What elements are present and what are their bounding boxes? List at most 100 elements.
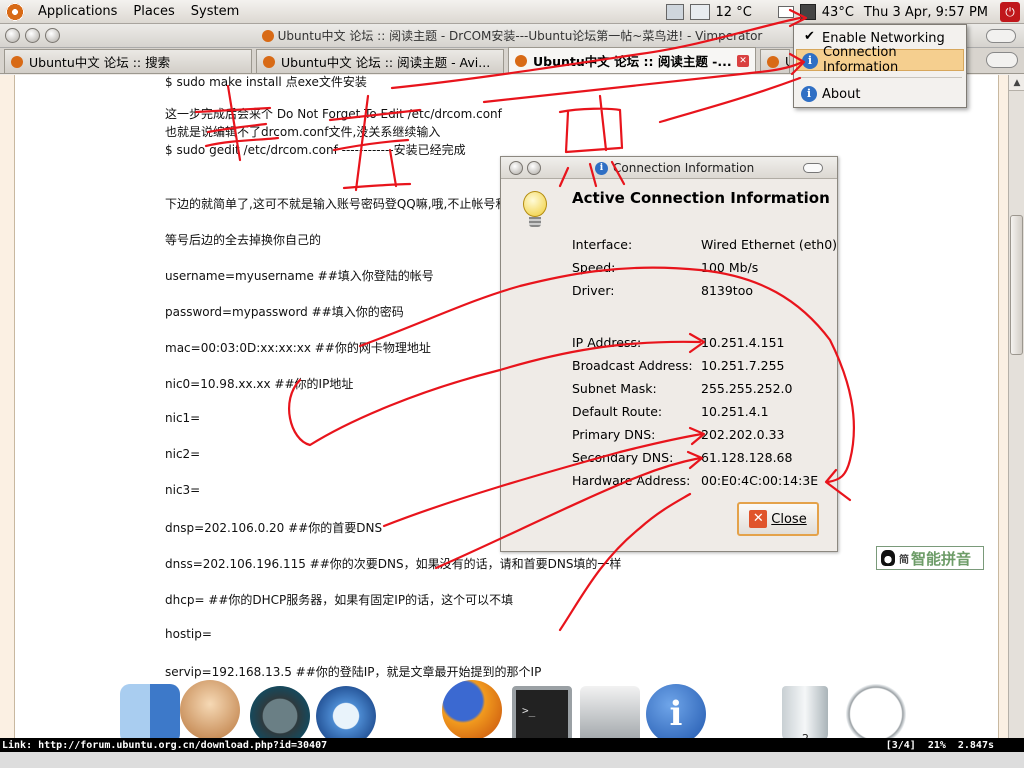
info-row-value: 10.251.4.151 [701,335,785,350]
monitor-applet-icon[interactable] [665,4,684,20]
scroll-thumb[interactable] [1010,215,1023,355]
menu-item-connection-information[interactable]: i Connection Information [796,45,964,75]
applications-menu[interactable]: Applications [30,4,125,19]
info-row-value: 00:E0:4C:00:14:3E [701,473,819,488]
ime-mode-label: 简 [899,554,909,566]
weather-icon[interactable] [689,4,710,20]
article-line: nic3= [165,483,201,497]
tab-partial[interactable]: U [760,49,790,73]
info-icon: i [801,86,817,102]
window-rollup-button[interactable] [986,29,1016,43]
finder-icon[interactable] [120,684,180,744]
menu-separator [798,77,962,78]
menu-item-about[interactable]: i About [796,83,964,105]
tab-close-icon[interactable]: ✕ [737,54,749,67]
tab-search[interactable]: Ubuntu中文 论坛 :: 搜索 [4,49,252,73]
tab-favicon-icon [767,55,779,68]
status-tab-position: [3/4] [885,739,916,751]
firefox-icon[interactable] [442,680,502,740]
file-cabinet-icon[interactable] [580,686,640,746]
article-line: 这一步完成后会来个 Do Not Forget To Edit /etc/drc… [165,107,502,121]
info-row-value: 100 Mb/s [701,260,759,275]
close-icon: ✕ [749,510,768,528]
menu-item-label: About [822,86,861,102]
status-scroll-percent: 21% [927,739,946,751]
ime-indicator[interactable]: 简 智能拼音 [876,546,984,570]
info-row-value: 8139too [701,283,754,298]
tab-favicon-icon [11,55,23,68]
ubuntu-logo-icon[interactable] [6,2,24,21]
info-icon[interactable]: i [646,684,706,744]
terminal-prompt-icon: >_ [522,704,536,717]
temperature-label[interactable]: 12 °C [716,5,752,20]
time-machine-icon[interactable] [250,686,310,746]
info-row-value: 202.202.0.33 [701,427,785,442]
menu-item-label: Enable Networking [822,30,945,46]
terminal-icon[interactable]: >_ [512,686,572,746]
info-row-label: Hardware Address: [572,473,691,488]
status-bar: Link: http://forum.ubuntu.org.cn/downloa… [0,738,1024,752]
tab-label: Ubuntu中文 论坛 :: 阅读主题 - Avi... [281,55,491,70]
tab-scroll-button[interactable] [986,52,1018,68]
info-row-value: 255.255.252.0 [701,381,793,396]
info-row-value: 10.251.4.1 [701,404,769,419]
places-menu[interactable]: Places [125,4,182,19]
status-link: Link: http://forum.ubuntu.org.cn/downloa… [2,739,328,751]
article-line: 下边的就简单了,这可不就是输入账号密码登QQ嘛,哦,不止帐号和 [165,197,508,211]
close-button[interactable]: ✕ Close [737,502,819,536]
favicon-icon [261,30,274,42]
dialog-titlebar: i Connection Information [501,157,837,179]
checkmark-icon: ✔ [804,29,815,44]
dialog-info-icon: i [595,162,608,175]
dialog-heading: Active Connection Information [572,189,830,207]
network-manager-icon[interactable] [799,4,816,20]
info-row-label: Secondary DNS: [572,450,674,465]
clock-label[interactable]: Thu 3 Apr, 9:57 PM [864,5,988,20]
vertical-scrollbar[interactable]: ▲ [1008,75,1024,738]
article-line: dhcp= ##你的DHCP服务器，如果有固定IP的话，这个可以不填 [165,593,514,607]
tab-label: U [785,54,789,69]
dialog-close-button[interactable] [509,161,523,175]
cpu-temperature-label[interactable]: 43°C [822,5,854,20]
info-row-label: Driver: [572,283,615,298]
menu-item-label: Connection Information [823,45,899,75]
lightbulb-glass [523,191,547,217]
system-menu[interactable]: System [183,4,247,19]
info-row-label: Primary DNS: [572,427,656,442]
connection-info-dialog: i Connection Information Active Connecti… [500,156,838,552]
article-line: $ sudo gedit /etc/drcom.conf -----------… [165,143,466,157]
top-panel: Applications Places System 12 °C 43°C Th… [0,0,1024,24]
article-line: dnsp=202.106.0.20 ##你的首要DNS [165,521,383,535]
dialog-rollup-button[interactable] [803,163,823,173]
article-line: password=mypassword ##填入你的密码 [165,305,404,319]
tab-favicon-icon [515,54,527,67]
pidgin-icon[interactable] [180,680,240,740]
status-load-time: 2.847s [957,739,994,751]
tab-avi[interactable]: Ubuntu中文 论坛 :: 阅读主题 - Avi... [256,49,504,73]
dialog-minimize-button[interactable] [527,161,541,175]
article-line: hostip= [165,627,212,641]
info-row-label: Interface: [572,237,633,252]
info-row-label: Broadcast Address: [572,358,693,373]
tab-drcom-active[interactable]: Ubuntu中文 论坛 :: 阅读主题 -... ✕ [508,47,756,73]
network-menu: ✔ Enable Networking i Connection Informa… [793,24,967,108]
article-line: username=myusername ##填入你登陆的帐号 [165,269,434,283]
clock-icon[interactable] [846,684,906,744]
tab-label: Ubuntu中文 论坛 :: 阅读主题 -... [533,54,732,69]
lightbulb-base [529,217,541,227]
info-row-value: 61.128.128.68 [701,450,793,465]
article-line: 也就是说编辑不了drcom.conf文件,没关系继续输入 [165,125,441,139]
info-row-value: 10.251.7.255 [701,358,785,373]
lightbulb-icon [521,191,549,235]
panel-tray: 12 °C 43°C Thu 3 Apr, 9:57 PM ⏻ [665,0,1024,24]
window-title-text: Ubuntu中文 论坛 :: 阅读主题 - DrCOM安装---Ubuntu论坛… [277,29,763,43]
tab-favicon-icon [263,55,275,68]
ime-label: 智能拼音 [911,549,972,568]
article-line: nic1= [165,411,201,425]
scroll-up-icon[interactable]: ▲ [1009,75,1024,91]
safari-icon[interactable] [316,686,376,746]
penguin-icon [881,550,895,566]
article-line: servip=192.168.13.5 ##你的登陆IP，就是文章最开始提到的那… [165,665,542,679]
power-icon[interactable]: ⏻ [1000,2,1020,22]
mail-icon[interactable] [777,6,794,18]
